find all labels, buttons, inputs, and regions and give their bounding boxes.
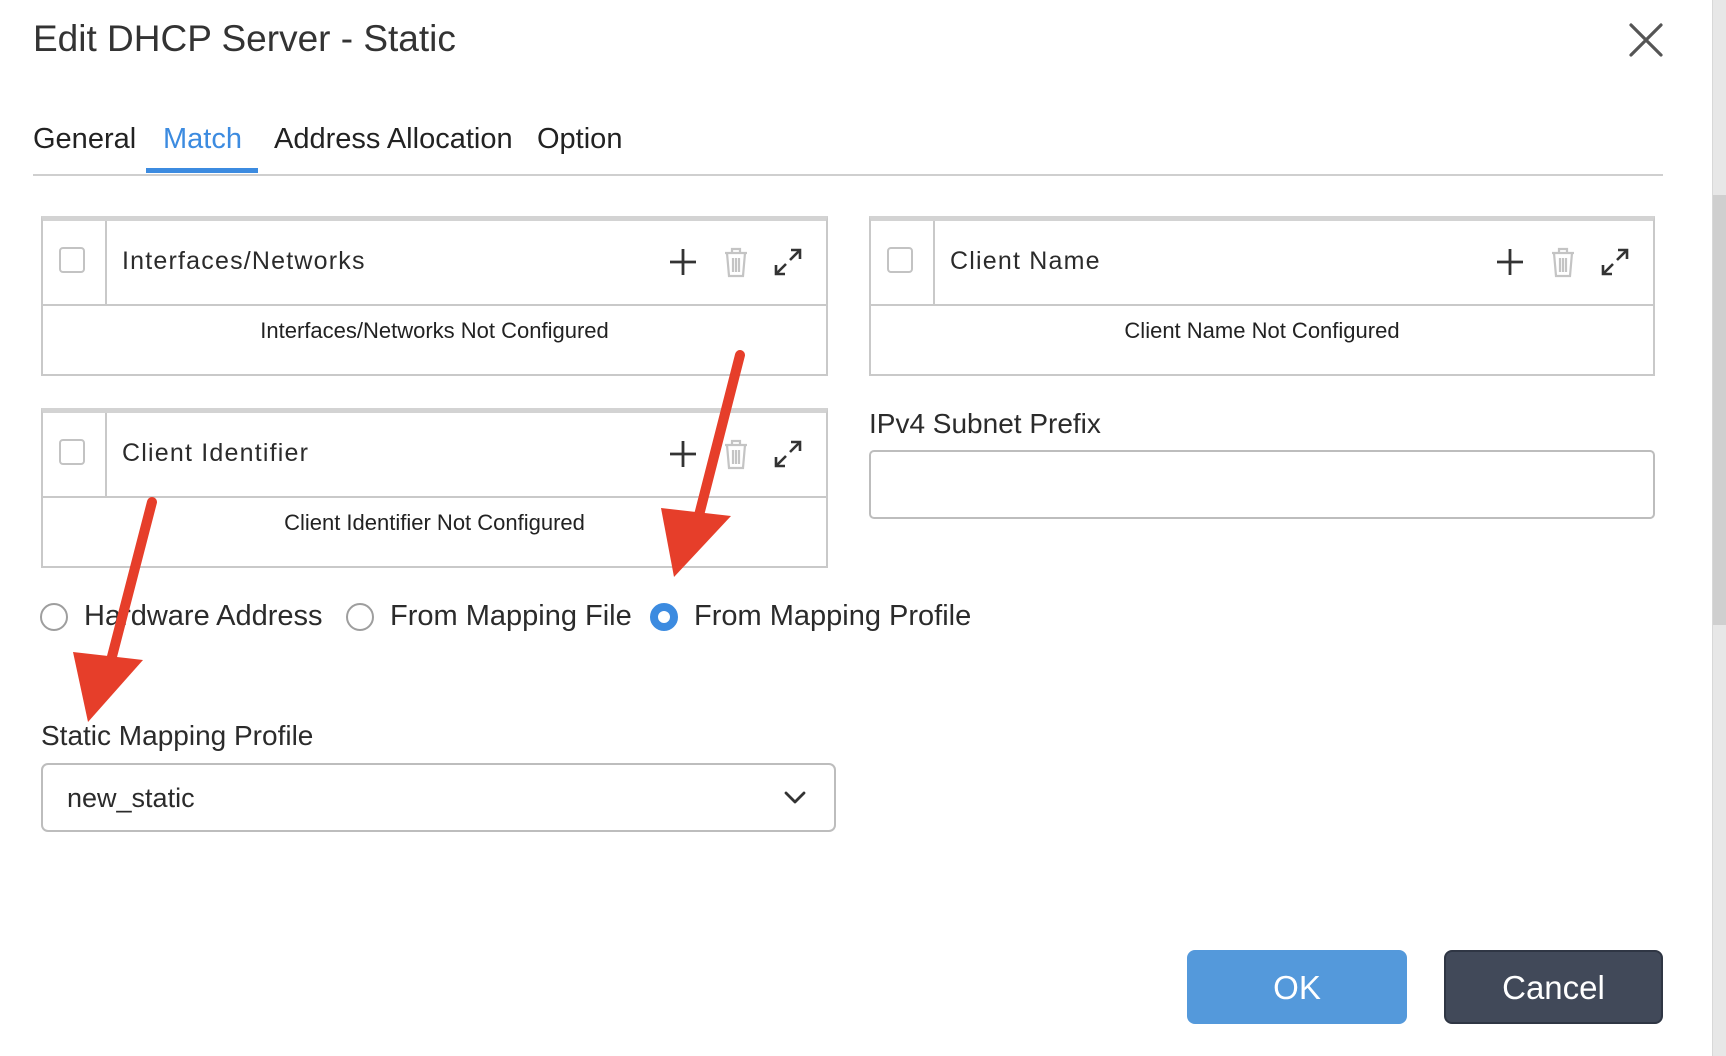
tab-match[interactable]: Match (163, 123, 242, 156)
panel-title: Client Name (950, 247, 1101, 275)
panel-header: Interfaces/Networks (43, 221, 826, 306)
select-all-checkbox[interactable] (887, 247, 913, 273)
scrollbar-thumb[interactable] (1713, 195, 1726, 625)
client-identifier-panel: Client Identifier Client Identifier Not … (41, 408, 828, 568)
static-mapping-profile-select[interactable]: new_static (41, 763, 836, 832)
ok-button[interactable]: OK (1187, 950, 1407, 1024)
panel-title: Interfaces/Networks (122, 247, 366, 275)
interfaces-networks-panel: Interfaces/Networks Interfaces/Networks … (41, 216, 828, 376)
ipv4-subnet-prefix-input[interactable] (869, 450, 1655, 519)
ipv4-subnet-prefix-label: IPv4 Subnet Prefix (869, 408, 1101, 439)
radio-circle (346, 603, 374, 631)
tab-option[interactable]: Option (537, 123, 622, 156)
panel-header: Client Identifier (43, 413, 826, 498)
radio-circle-selected (650, 603, 678, 631)
select-all-checkbox[interactable] (59, 439, 85, 465)
cancel-button[interactable]: Cancel (1444, 950, 1663, 1024)
panel-header: Client Name (871, 221, 1653, 306)
trash-icon[interactable] (718, 244, 754, 280)
radio-label: From Mapping Profile (694, 600, 972, 632)
trash-icon[interactable] (1545, 244, 1581, 280)
select-all-checkbox[interactable] (59, 247, 85, 273)
expand-icon[interactable] (770, 244, 806, 280)
plus-icon[interactable] (665, 436, 701, 472)
client-name-panel: Client Name Client Name Not Configured (869, 216, 1655, 376)
expand-icon[interactable] (1597, 244, 1633, 280)
empty-state-text: Client Identifier Not Configured (284, 510, 585, 535)
empty-state-text: Interfaces/Networks Not Configured (260, 318, 609, 343)
radio-label: Hardware Address (84, 600, 323, 632)
plus-icon[interactable] (1492, 244, 1528, 280)
active-tab-indicator (146, 168, 258, 173)
tab-address-allocation[interactable]: Address Allocation (274, 123, 513, 156)
empty-state-text: Client Name Not Configured (1124, 318, 1400, 343)
dialog-title: Edit DHCP Server - Static (33, 18, 456, 59)
trash-icon[interactable] (718, 436, 754, 472)
radio-label: From Mapping File (390, 600, 632, 632)
expand-icon[interactable] (770, 436, 806, 472)
radio-circle (40, 603, 68, 631)
plus-icon[interactable] (665, 244, 701, 280)
close-icon[interactable] (1628, 22, 1664, 58)
panel-title: Client Identifier (122, 439, 310, 467)
tab-general[interactable]: General (33, 123, 136, 156)
tab-bar: General Match Address Allocation Option (33, 118, 1663, 176)
chevron-down-icon (784, 791, 806, 804)
static-mapping-profile-label: Static Mapping Profile (41, 720, 314, 751)
selected-value: new_static (67, 783, 195, 813)
